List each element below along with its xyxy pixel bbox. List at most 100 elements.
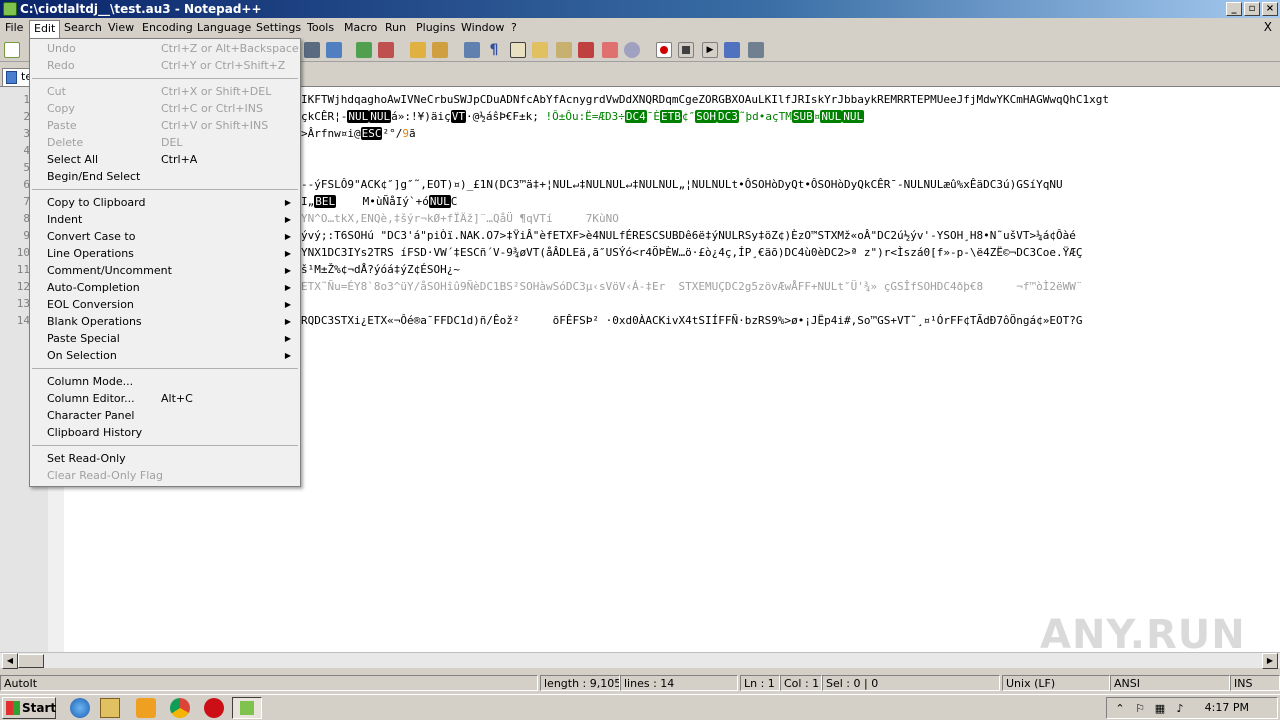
menu-convert-case[interactable]: Convert Case to ▶ [30, 228, 300, 245]
status-encoding[interactable]: ANSI [1110, 675, 1230, 691]
run-macro-multiple-icon[interactable] [724, 42, 740, 58]
stop-macro-icon[interactable] [678, 42, 694, 58]
menu-label: Comment/Uncomment [47, 264, 172, 277]
zoom-out-icon[interactable] [378, 42, 394, 58]
internet-explorer-icon[interactable] [70, 698, 90, 718]
line-number: 10 [16, 246, 30, 259]
menu-label: Blank Operations [47, 315, 142, 328]
menu-help[interactable]: ? [507, 20, 521, 36]
sync-vertical-icon[interactable] [410, 42, 426, 58]
show-all-characters-icon[interactable]: ¶ [486, 42, 502, 58]
menu-on-selection[interactable]: On Selection ▶ [30, 347, 300, 364]
menu-delete[interactable]: Delete DEL [30, 134, 300, 151]
submenu-arrow-icon: ▶ [284, 198, 291, 207]
menu-search[interactable]: Search [60, 20, 106, 36]
windows-logo-icon [6, 701, 20, 715]
status-eol[interactable]: Unix (LF) [1002, 675, 1110, 691]
replace-icon[interactable] [304, 42, 320, 58]
menu-line-operations[interactable]: Line Operations ▶ [30, 245, 300, 262]
menu-view[interactable]: View [104, 20, 138, 36]
chrome-icon[interactable] [170, 698, 190, 718]
menu-macro[interactable]: Macro [340, 20, 381, 36]
scroll-right-icon[interactable]: ▶ [1262, 653, 1278, 669]
menu-clipboard-history[interactable]: Clipboard History [30, 424, 300, 441]
play-macro-icon[interactable]: ▶ [702, 42, 718, 58]
expand-tray-icon[interactable]: ⌃ [1113, 702, 1127, 716]
volume-icon[interactable]: ♪ [1173, 702, 1187, 716]
record-macro-icon[interactable] [656, 42, 672, 58]
network-icon[interactable]: ▦ [1153, 702, 1167, 716]
line-number: 9 [23, 229, 30, 242]
menu-settings[interactable]: Settings [252, 20, 305, 36]
menu-set-read-only[interactable]: Set Read-Only [30, 450, 300, 467]
save-macro-icon[interactable] [748, 42, 764, 58]
menu-copy-to-clipboard[interactable]: Copy to Clipboard ▶ [30, 194, 300, 211]
line-number: 3 [23, 127, 30, 140]
document-map-icon[interactable] [556, 42, 572, 58]
menu-column-mode[interactable]: Column Mode... [30, 373, 300, 390]
function-list-icon[interactable] [578, 42, 594, 58]
line-number: 1 [23, 93, 30, 106]
menu-run[interactable]: Run [381, 20, 410, 36]
line-number: 8 [23, 212, 30, 225]
menu-clear-read-only[interactable]: Clear Read-Only Flag [30, 467, 300, 484]
sync-horizontal-icon[interactable] [432, 42, 448, 58]
start-button[interactable]: Start [2, 697, 56, 719]
menu-paste-special[interactable]: Paste Special ▶ [30, 330, 300, 347]
menu-redo[interactable]: Redo Ctrl+Y or Ctrl+Shift+Z [30, 57, 300, 74]
line-number: 11 [16, 263, 30, 276]
menu-begin-end-select[interactable]: Begin/End Select [30, 168, 300, 185]
menu-label: Character Panel [47, 409, 135, 422]
menu-label: Line Operations [47, 247, 134, 260]
restore-button[interactable]: ▫ [1244, 2, 1260, 16]
menu-blank-operations[interactable]: Blank Operations ▶ [30, 313, 300, 330]
menu-auto-completion[interactable]: Auto-Completion ▶ [30, 279, 300, 296]
status-insert-mode[interactable]: INS [1230, 675, 1280, 691]
folder-as-workspace-icon[interactable] [602, 42, 618, 58]
menu-undo[interactable]: Undo Ctrl+Z or Alt+Backspace [30, 40, 300, 57]
monitoring-icon[interactable] [624, 42, 640, 58]
close-button[interactable]: × [1262, 2, 1278, 16]
menu-label: Redo [47, 59, 75, 72]
notepad-plus-plus-task[interactable] [232, 697, 262, 719]
menu-window[interactable]: Window [457, 20, 508, 36]
menu-plugins[interactable]: Plugins [412, 20, 459, 36]
control-char: DC4 [624, 110, 647, 123]
menu-select-all[interactable]: Select All Ctrl+A [30, 151, 300, 168]
menu-tools[interactable]: Tools [303, 20, 338, 36]
word-wrap-icon[interactable] [464, 42, 480, 58]
menu-column-editor[interactable]: Column Editor... Alt+C [30, 390, 300, 407]
submenu-arrow-icon: ▶ [284, 249, 291, 258]
close-document-icon[interactable]: X [1264, 20, 1272, 34]
file-explorer-icon[interactable] [100, 698, 120, 718]
code-line-3: >Ârfnw¤i@ESC²°/9ã [301, 125, 416, 142]
scroll-left-icon[interactable]: ◀ [2, 653, 18, 669]
indent-guide-icon[interactable] [510, 42, 526, 58]
menu-copy[interactable]: Copy Ctrl+C or Ctrl+INS [30, 100, 300, 117]
menu-character-panel[interactable]: Character Panel [30, 407, 300, 424]
menu-shortcut: Ctrl+Z or Alt+Backspace [161, 42, 299, 55]
menu-comment-uncomment[interactable]: Comment/Uncomment ▶ [30, 262, 300, 279]
menu-label: Begin/End Select [47, 170, 141, 183]
user-language-icon[interactable] [532, 42, 548, 58]
menu-file[interactable]: File [1, 20, 27, 36]
opera-icon[interactable] [204, 698, 224, 718]
menu-encoding[interactable]: Encoding [138, 20, 197, 36]
new-file-icon[interactable] [4, 42, 20, 58]
menu-paste[interactable]: Paste Ctrl+V or Shift+INS [30, 117, 300, 134]
scrollbar-thumb[interactable] [18, 654, 44, 668]
media-player-icon[interactable] [136, 698, 156, 718]
line-number: 4 [23, 144, 30, 157]
flag-icon[interactable]: ⚐ [1133, 702, 1147, 716]
zoom-in-icon[interactable] [356, 42, 372, 58]
menu-eol-conversion[interactable]: EOL Conversion ▶ [30, 296, 300, 313]
menu-indent[interactable]: Indent ▶ [30, 211, 300, 228]
menu-language[interactable]: Language [193, 20, 255, 36]
find-in-files-icon[interactable] [326, 42, 342, 58]
file-tab-icon [6, 71, 17, 84]
menu-cut[interactable]: Cut Ctrl+X or Shift+DEL [30, 83, 300, 100]
menu-edit[interactable]: Edit [29, 20, 61, 38]
status-ln: Ln : 1 [740, 675, 780, 691]
clock[interactable]: 4:17 PM [1205, 701, 1249, 714]
minimize-button[interactable]: _ [1226, 2, 1242, 16]
